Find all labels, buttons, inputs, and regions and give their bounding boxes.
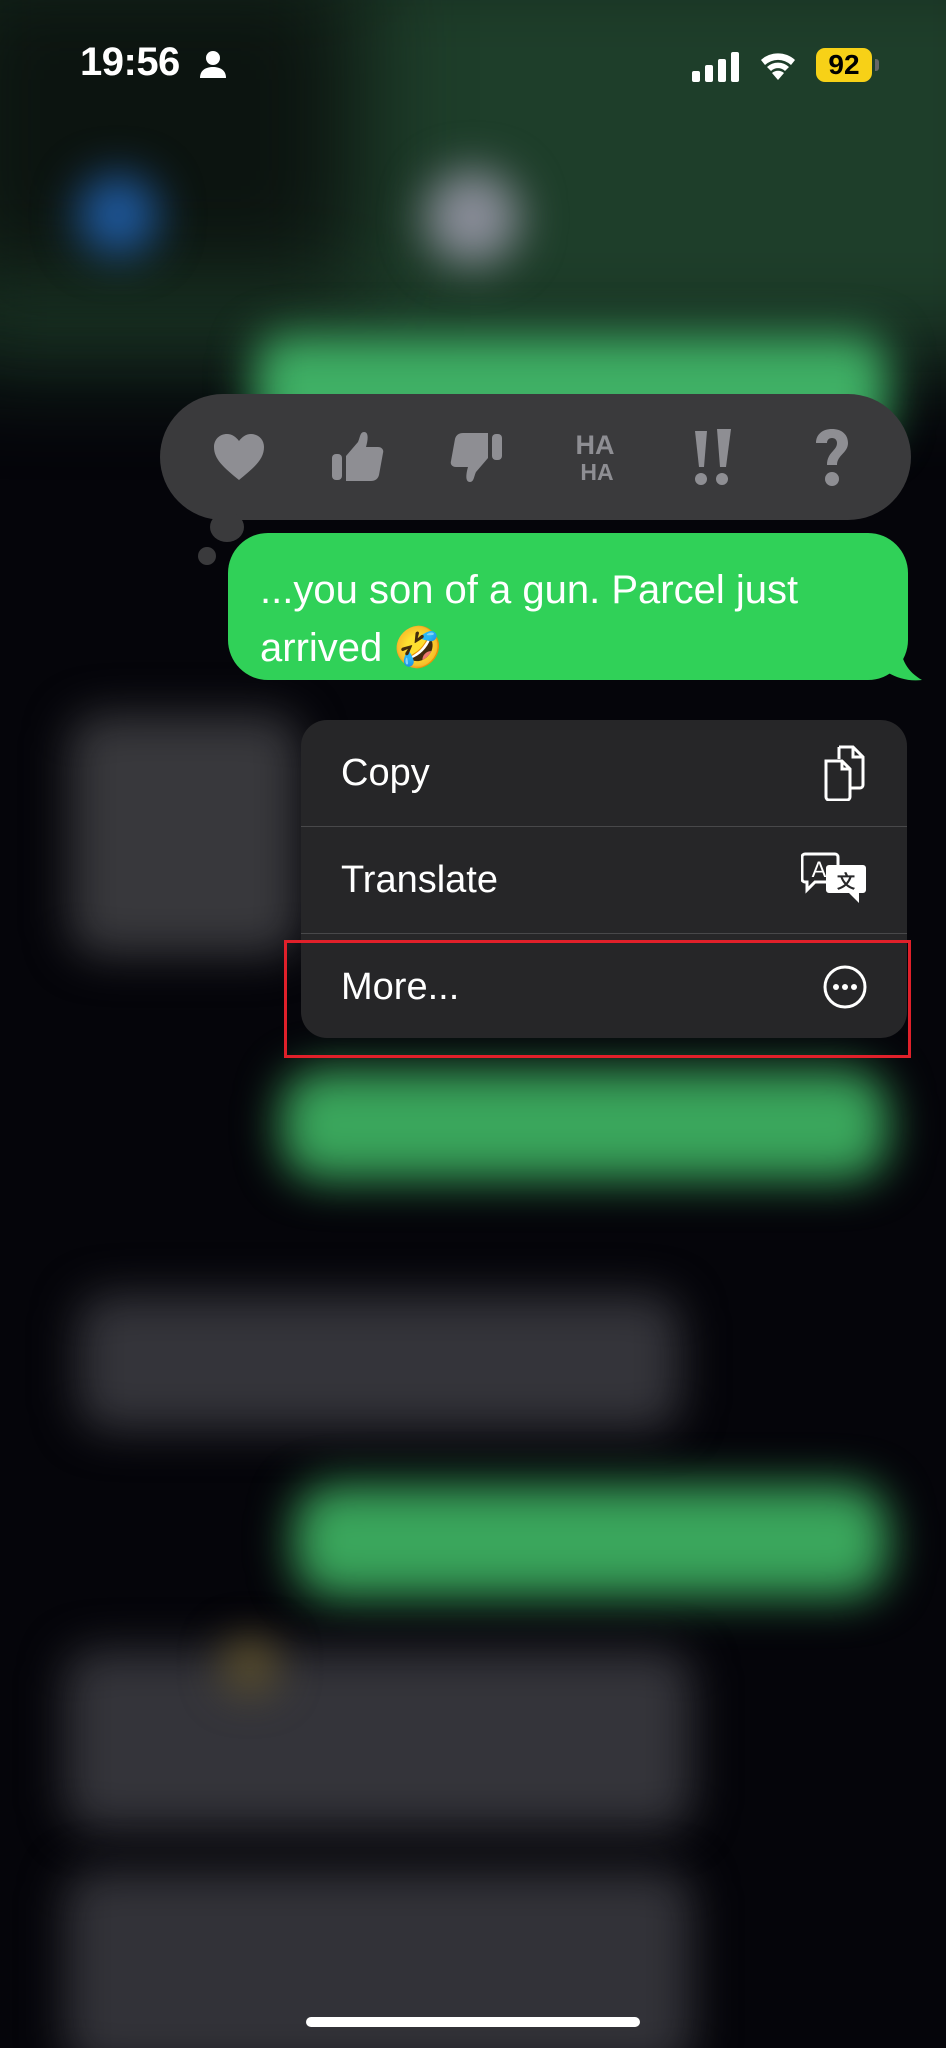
svg-text:文: 文 [837,871,856,893]
translate-icon: A文 [801,852,866,903]
menu-item-more[interactable]: More... [301,934,907,1038]
person-icon [200,51,226,78]
cellular-signal-icon [692,52,739,82]
svg-text:HA: HA [575,430,614,460]
battery-tip [875,59,879,71]
bubble-tail [880,640,922,681]
menu-item-label: Translate [341,858,498,901]
svg-text:A: A [812,857,827,882]
message-bubble[interactable]: ...you son of a gun. Parcel just arrived… [228,533,908,680]
svg-text:HA: HA [580,459,613,485]
menu-item-copy[interactable]: Copy [301,720,907,826]
heart-icon [214,434,265,480]
question-icon [815,429,848,486]
reaction-exclamation[interactable] [673,417,753,497]
home-indicator[interactable] [306,2017,640,2027]
menu-item-label: Copy [341,751,430,794]
copy-icon [824,745,865,801]
thumbs-up-icon [331,432,384,481]
status-time: 19:56 [80,40,180,84]
menu-item-label: More... [341,965,460,1008]
tapback-reaction-bar: HA HA [160,394,911,520]
wifi-icon [761,53,795,80]
reaction-question[interactable] [792,417,872,497]
message-text: ...you son of a gun. Parcel just arrived… [260,568,799,670]
battery-icon: 92 [816,48,872,82]
menu-item-translate[interactable]: Translate A文 [301,827,907,933]
thumbs-down-icon [450,433,503,482]
reaction-thumbs-up[interactable] [318,417,398,497]
double-exclamation-icon [695,429,732,485]
status-bar: 19:56 92 [0,0,946,120]
reaction-thumbs-down[interactable] [436,417,516,497]
haha-icon: HAHA [575,430,614,485]
battery-level: 92 [828,49,860,80]
reaction-bar-tail-dot-small [198,547,216,565]
reaction-haha[interactable]: HA HA [555,417,635,497]
reaction-bar-tail-dot [210,512,244,542]
more-ellipsis-circle-icon [823,965,867,1009]
reaction-heart[interactable] [199,417,279,497]
context-menu: Copy Translate A文 More... [301,720,907,1038]
